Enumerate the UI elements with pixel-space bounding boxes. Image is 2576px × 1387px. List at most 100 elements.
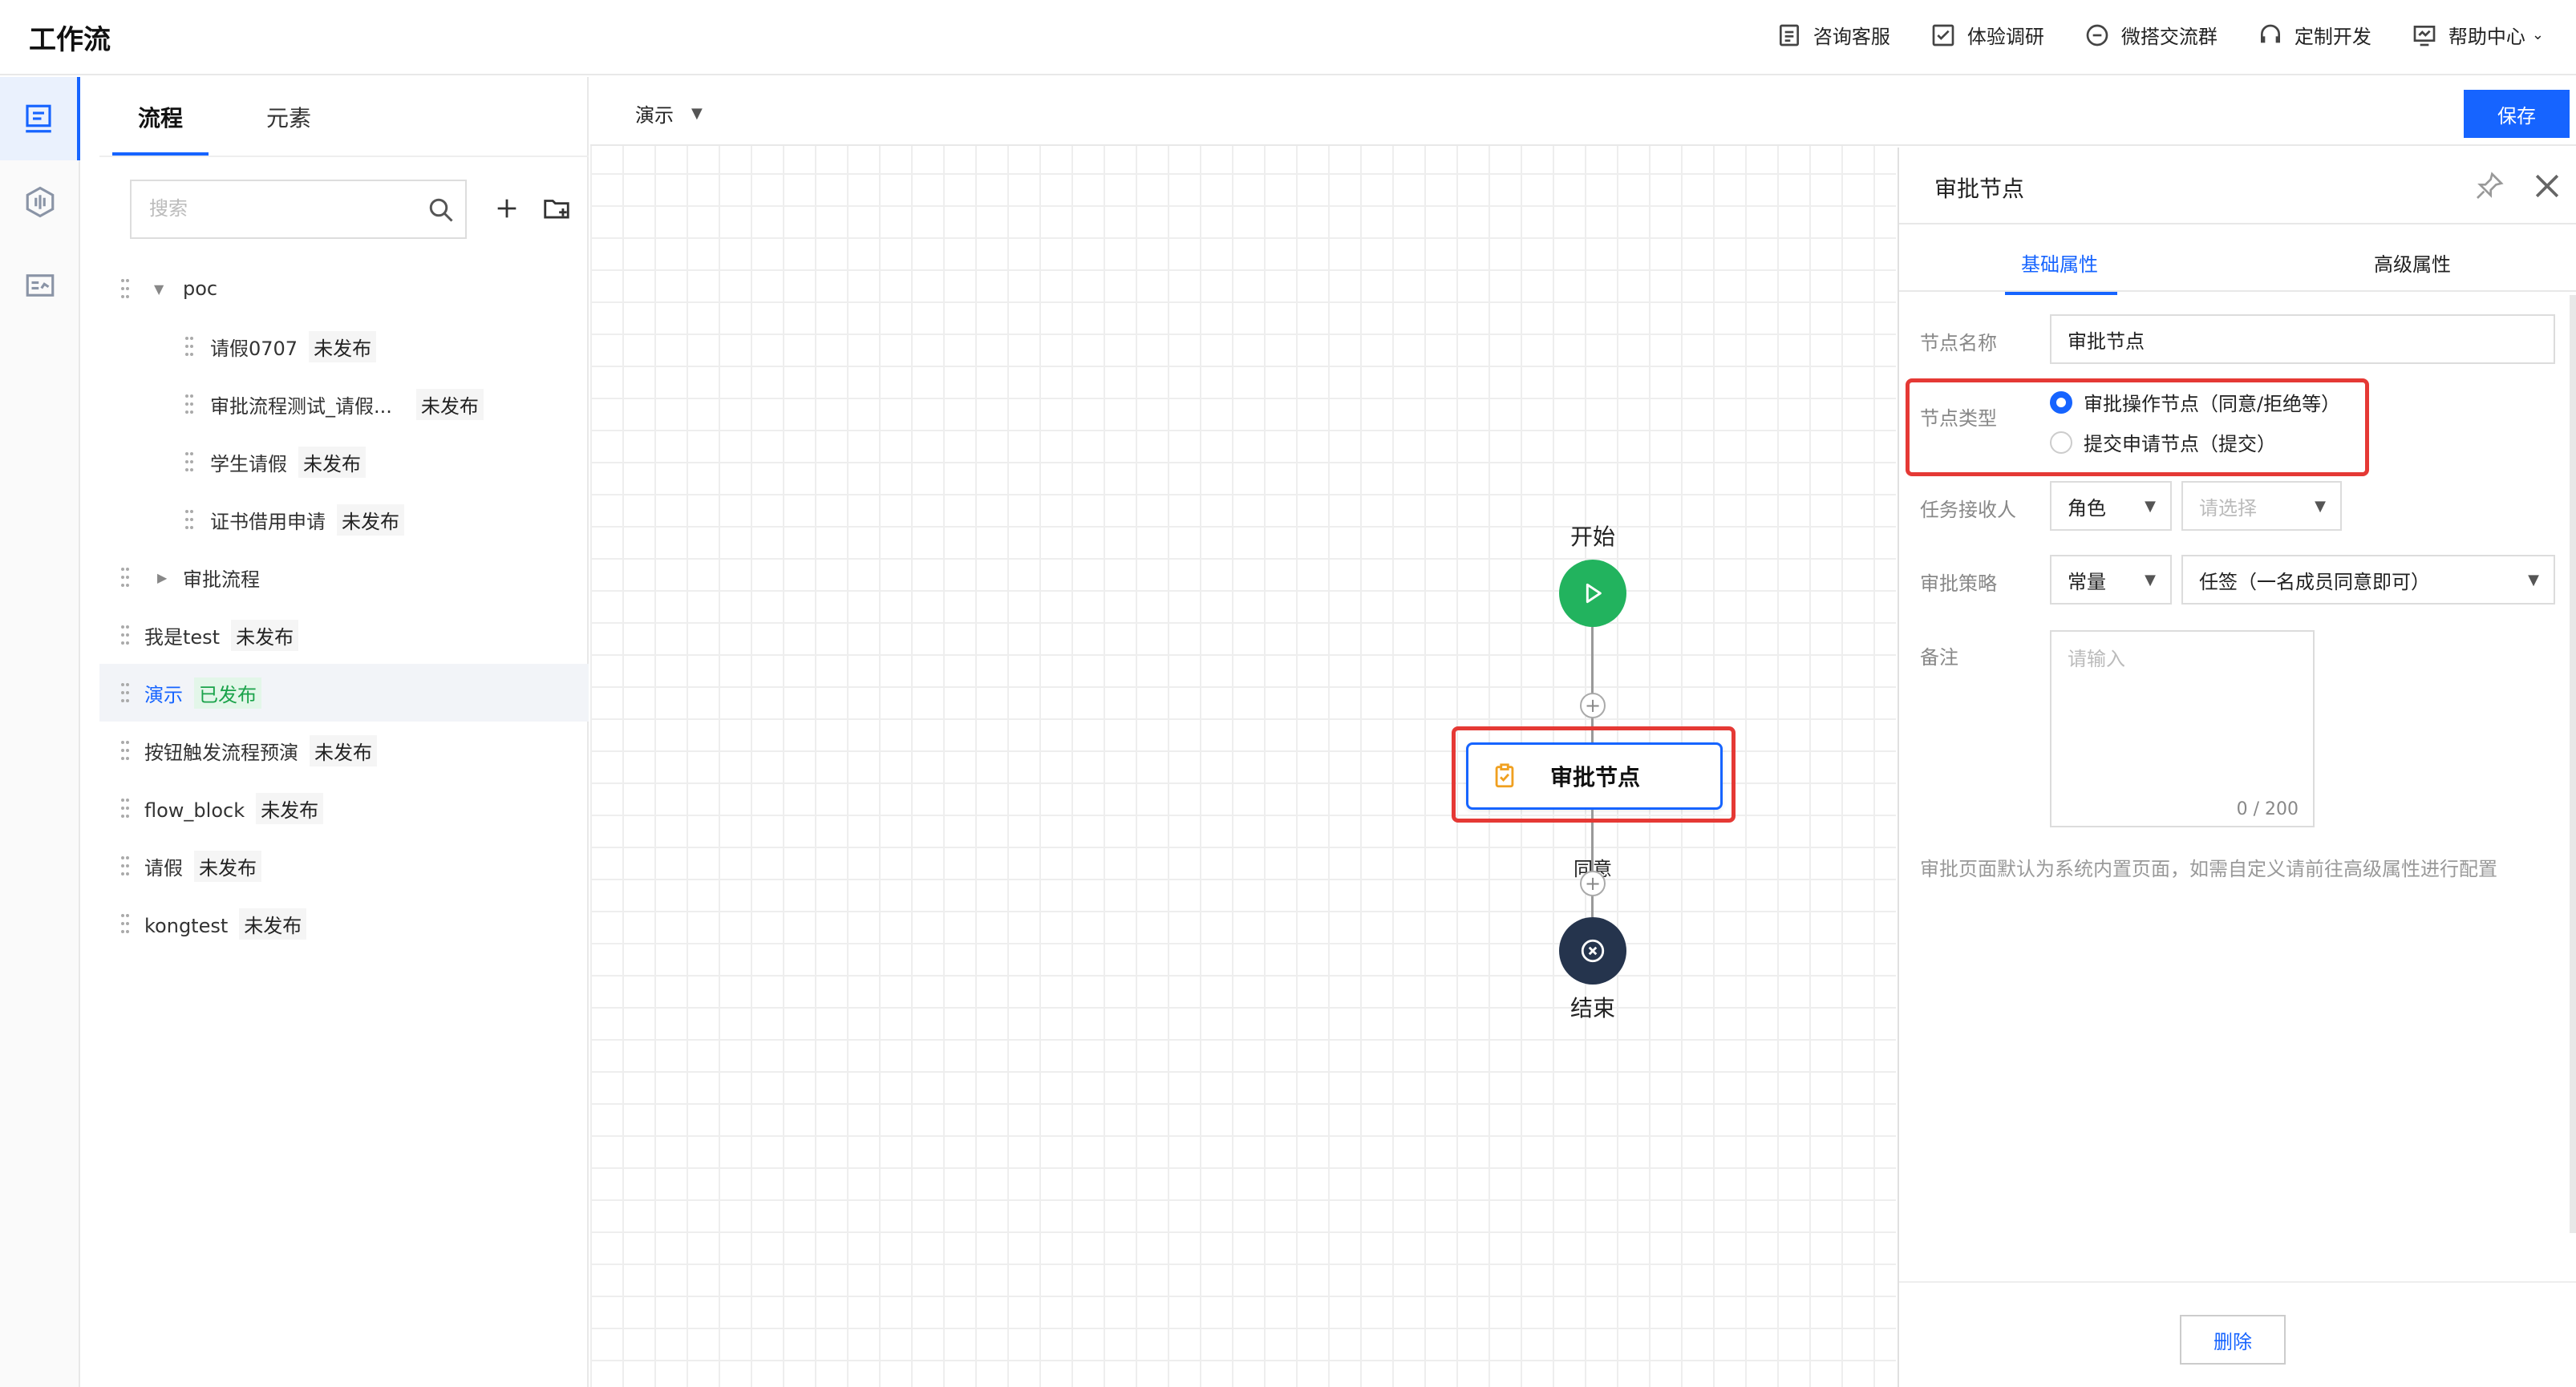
- clipboard-icon: [1779, 24, 1799, 46]
- strategy-type-value: 常量: [2068, 570, 2106, 593]
- drag-handle-icon[interactable]: [184, 393, 194, 415]
- nav-label: 定制开发: [2294, 26, 2371, 48]
- remark-textarea[interactable]: 请输入 0 / 200: [2050, 630, 2315, 827]
- form-icon: [26, 274, 55, 297]
- end-node-label: 结束: [1570, 995, 1616, 1021]
- add-folder-button[interactable]: [537, 189, 576, 228]
- search-icon[interactable]: [427, 196, 456, 224]
- tree-item-label: 演示 已发布: [144, 677, 261, 709]
- tree-folder-poc[interactable]: ▼ poc: [99, 260, 589, 317]
- status-badge: 未发布: [256, 792, 324, 824]
- tree-item-label: 审批流程测试_请假... 未发布: [210, 388, 484, 420]
- receiver-type-select[interactable]: 角色 ▼: [2050, 481, 2172, 531]
- monitor-help-icon: [2413, 25, 2436, 46]
- strategy-value: 任签（一名成员同意即可）: [2199, 570, 2430, 593]
- caret-down-icon: ▼: [2315, 497, 2326, 515]
- status-badge: 未发布: [309, 330, 377, 362]
- remark-placeholder: 请输入: [2068, 648, 2125, 670]
- drag-handle-icon[interactable]: [120, 912, 130, 935]
- flow-tree: ▼ poc 请假0707 未发布 审批流程测试_请假... 未发布 学生请假 未发布 …: [99, 260, 589, 952]
- search-box: [130, 180, 467, 239]
- scrollbar[interactable]: [2570, 295, 2576, 1233]
- tree-item[interactable]: kongtest 未发布: [99, 895, 589, 952]
- flow-selector[interactable]: 演示 ▼: [635, 99, 703, 127]
- tree-item-text: 学生请假: [210, 452, 287, 475]
- node-name-label: 节点名称: [1920, 332, 1997, 354]
- tree-folder-approval[interactable]: ▶ 审批流程: [99, 548, 589, 606]
- tree-item[interactable]: 审批流程测试_请假... 未发布: [99, 375, 589, 433]
- tree-item-text: kongtest: [144, 914, 229, 937]
- caret-right-icon[interactable]: ▶: [157, 570, 167, 585]
- tree-item[interactable]: 学生请假 未发布: [99, 433, 589, 491]
- caret-down-icon: ▼: [691, 105, 703, 122]
- tab-elements[interactable]: 元素: [241, 101, 337, 156]
- strategy-select[interactable]: 任签（一名成员同意即可） ▼: [2181, 555, 2555, 605]
- drag-handle-icon[interactable]: [184, 451, 194, 473]
- tree-item[interactable]: 请假0707 未发布: [99, 317, 589, 375]
- drag-handle-icon[interactable]: [120, 739, 130, 762]
- tree-item-text: 证书借用申请: [210, 510, 326, 533]
- tree-item-text: 请假0707: [210, 337, 298, 360]
- delete-button[interactable]: 删除: [2180, 1315, 2286, 1365]
- tree-item[interactable]: 证书借用申请 未发布: [99, 491, 589, 548]
- end-node[interactable]: [1559, 917, 1626, 985]
- nav-custom-dev[interactable]: 定制开发: [2258, 21, 2371, 49]
- char-counter: 0 / 200: [2236, 799, 2299, 819]
- tab-basic-props[interactable]: 基础属性: [2021, 249, 2098, 277]
- strategy-label: 审批策略: [1920, 572, 1997, 595]
- caret-down-icon: ▼: [2145, 571, 2156, 588]
- save-button[interactable]: 保存: [2464, 90, 2570, 138]
- drag-handle-icon[interactable]: [120, 855, 130, 877]
- nav-label: 帮助中心: [2448, 26, 2525, 48]
- checklist-icon: [1932, 24, 1954, 46]
- tree-item[interactable]: 我是test 未发布: [99, 606, 589, 664]
- chat-icon: [2086, 24, 2108, 46]
- drag-handle-icon[interactable]: [120, 566, 130, 588]
- search-input[interactable]: [132, 181, 404, 237]
- add-flow-button[interactable]: [488, 189, 526, 228]
- nav-wechat-group[interactable]: 微搭交流群: [2084, 21, 2218, 49]
- highlight-box: [1906, 378, 2369, 476]
- nav-survey[interactable]: 体验调研: [1930, 21, 2044, 49]
- drag-handle-icon[interactable]: [120, 797, 130, 819]
- tab-flows[interactable]: 流程: [112, 101, 209, 156]
- tree-item-label: 我是test 未发布: [144, 619, 299, 651]
- panel-tabs: 流程 元素: [112, 101, 369, 156]
- headset-icon: [2260, 24, 2280, 42]
- tree-item[interactable]: flow_block 未发布: [99, 779, 589, 837]
- start-node[interactable]: [1559, 560, 1626, 627]
- properties-panel: 审批节点 基础属性 高级属性 节点名称 审批节点 节点类型 审批操作节点（同意/…: [1898, 148, 2576, 1387]
- tree-item-selected[interactable]: 演示 已发布: [99, 664, 589, 722]
- pin-icon[interactable]: [2473, 170, 2505, 202]
- rail-item-flows[interactable]: [0, 77, 80, 160]
- receiver-select[interactable]: 请选择 ▼: [2181, 481, 2342, 531]
- tab-advanced-props[interactable]: 高级属性: [2374, 249, 2451, 277]
- nav-help-center[interactable]: 帮助中心 ⌄: [2412, 21, 2544, 49]
- divider: [1899, 223, 2576, 224]
- node-name-input[interactable]: 审批节点: [2050, 314, 2555, 364]
- caret-down-icon[interactable]: ▼: [154, 281, 164, 297]
- close-icon[interactable]: [2529, 168, 2565, 204]
- tree-item[interactable]: 请假 未发布: [99, 837, 589, 895]
- divider: [1899, 1281, 2576, 1283]
- tree-item-label: 请假 未发布: [144, 850, 261, 882]
- drag-handle-icon[interactable]: [120, 681, 130, 704]
- rail-item-elements[interactable]: [0, 160, 80, 244]
- tree-item-text: 审批流程测试_请假...: [210, 394, 392, 418]
- edge-line: [1591, 627, 1594, 742]
- nav-consult-service[interactable]: 咨询客服: [1776, 21, 1890, 49]
- tree-item[interactable]: 按钮触发流程预演 未发布: [99, 722, 589, 779]
- nav-label: 微搭交流群: [2120, 26, 2218, 48]
- status-badge: 未发布: [239, 908, 307, 940]
- status-badge: 未发布: [310, 734, 377, 766]
- tree-item-label: flow_block 未发布: [144, 792, 324, 824]
- add-node-plus-icon[interactable]: +: [1580, 693, 1606, 718]
- strategy-type-select[interactable]: 常量 ▼: [2050, 555, 2172, 605]
- app-title: 工作流: [29, 24, 111, 56]
- drag-handle-icon[interactable]: [184, 508, 194, 531]
- drag-handle-icon[interactable]: [120, 624, 130, 646]
- drag-handle-icon[interactable]: [184, 335, 194, 358]
- add-node-plus-icon[interactable]: +: [1580, 871, 1606, 896]
- rail-item-forms[interactable]: [0, 244, 80, 327]
- drag-handle-icon[interactable]: [120, 277, 130, 300]
